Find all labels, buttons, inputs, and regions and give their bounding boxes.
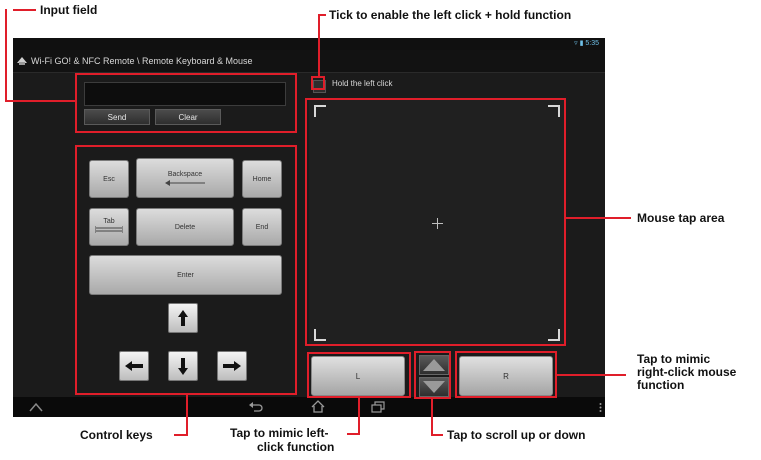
callout-left-click-line2: click function: [257, 440, 335, 454]
left-click-highlight: [307, 352, 411, 398]
status-cluster: ▿ ▮ 5:35: [574, 38, 599, 50]
scroll-highlight: [414, 351, 451, 399]
leader-control-h: [174, 434, 188, 436]
hold-checkbox-highlight: [311, 76, 325, 90]
callout-tick-hold: Tick to enable the left click + hold fun…: [329, 8, 572, 22]
wifi-icon: ▿: [574, 40, 578, 47]
recent-apps-icon[interactable]: [371, 401, 385, 413]
right-click-highlight: [455, 351, 557, 398]
control-keys-highlight: [75, 145, 297, 395]
back-nav-icon[interactable]: [249, 401, 263, 413]
menu-dots-icon[interactable]: [599, 403, 602, 412]
status-bar: ▿ ▮ 5:35: [13, 38, 605, 50]
app-title: Wi-Fi GO! & NFC Remote \ Remote Keyboard…: [31, 56, 253, 66]
leader-scroll-v: [431, 398, 433, 436]
callout-input-field: Input field: [40, 3, 98, 17]
callout-scroll: Tap to scroll up or down: [447, 428, 586, 442]
system-nav-bar: [13, 397, 605, 417]
callout-control-keys: Control keys: [80, 428, 153, 442]
home-nav-icon[interactable]: [311, 400, 325, 413]
callout-left-click-line1: Tap to mimic left-: [230, 426, 329, 440]
battery-icon: ▮: [579, 40, 584, 47]
leader-right-click: [556, 374, 626, 376]
mouse-tap-area-highlight: [305, 98, 566, 346]
callout-mouse-tap-area: Mouse tap area: [637, 211, 725, 225]
collapse-icon[interactable]: [29, 402, 43, 412]
leader-input-h2: [5, 100, 76, 102]
leader-control-v: [186, 394, 188, 436]
hold-left-click-label: Hold the left click: [332, 79, 393, 88]
leader-input-h1: [13, 9, 36, 11]
input-field-highlight: [75, 73, 297, 133]
leader-scroll-h: [431, 434, 443, 436]
status-time: 5:35: [585, 40, 599, 47]
leader-mouse-area: [565, 217, 631, 219]
leader-input-v: [5, 9, 7, 102]
leader-tick-v: [318, 14, 320, 77]
leader-left-v: [358, 397, 360, 435]
callout-right-click-line3: function: [637, 378, 685, 392]
leader-left-h: [347, 433, 360, 435]
action-bar: Wi-Fi GO! & NFC Remote \ Remote Keyboard…: [13, 50, 605, 73]
app-icon: [17, 57, 27, 65]
